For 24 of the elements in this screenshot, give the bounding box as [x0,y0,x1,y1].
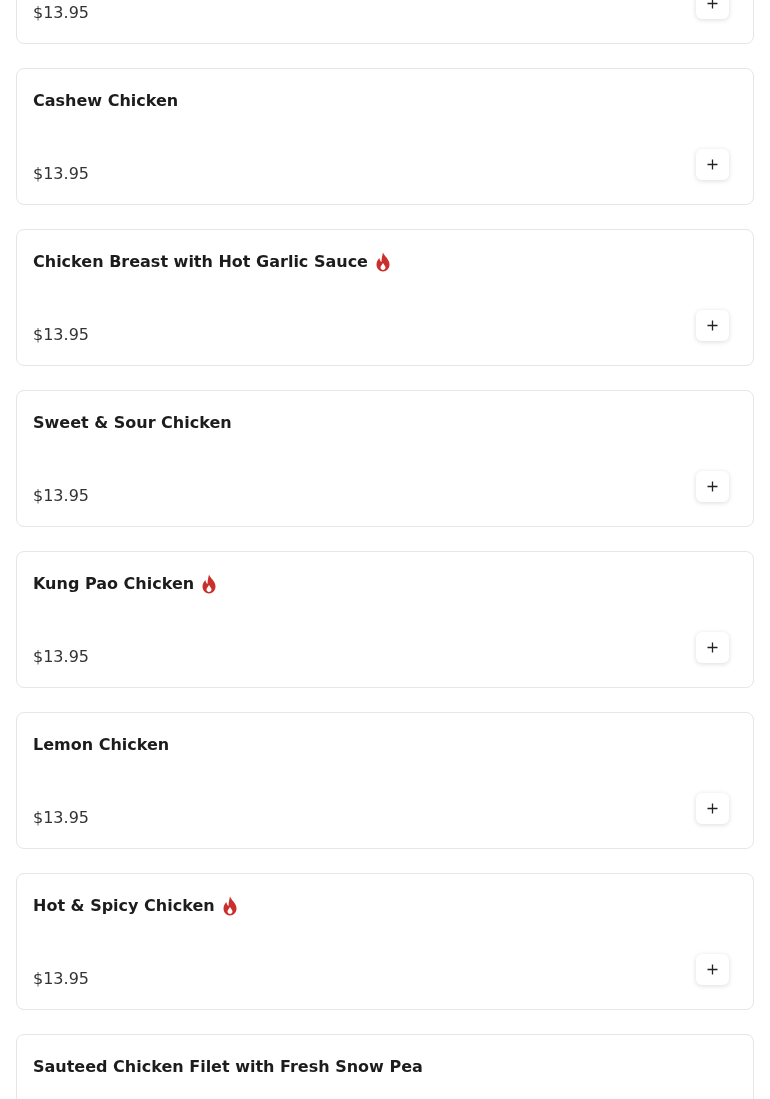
plus-icon [707,964,718,975]
item-price: $13.95 [33,808,89,828]
item-name: Sweet & Sour Chicken [33,412,232,434]
plus-icon [707,642,718,653]
flame-icon [374,252,391,272]
item-price: $13.95 [33,325,89,345]
plus-icon [707,159,718,170]
item-price: $13.95 [33,969,89,989]
item-name: Kung Pao Chicken [33,573,195,595]
flame-icon [221,896,238,916]
item-price: $13.95 [33,647,89,667]
item-name: Chicken Breast with Hot Garlic Sauce [33,251,368,273]
item-name: Cashew Chicken [33,90,179,112]
item-price: $13.95 [33,164,89,184]
item-price: $13.95 [33,486,89,506]
item-name: Sauteed Chicken Filet with Fresh Snow Pea [33,1056,423,1078]
plus-icon [707,481,718,492]
plus-icon [707,803,718,814]
flame-icon [201,574,218,594]
plus-icon [707,0,718,9]
item-name: Lemon Chicken [33,734,170,756]
item-name: Hot & Spicy Chicken [33,895,215,917]
plus-icon [707,320,718,331]
item-price: $13.95 [33,3,89,23]
